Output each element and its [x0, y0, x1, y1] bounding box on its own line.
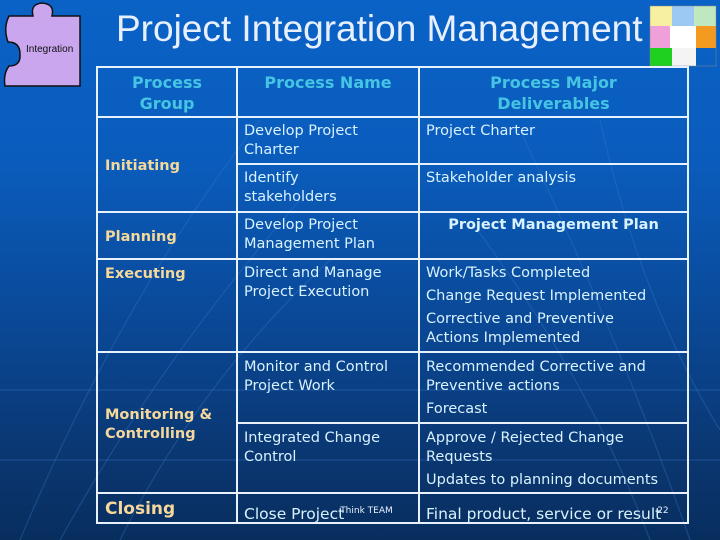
integration-puzzle-logo: Integration [0, 0, 90, 90]
table-row: Final product, service or result22 [420, 499, 687, 527]
logo-left-label: Integration [26, 44, 74, 55]
puzzle-piece-integration [670, 26, 696, 48]
row-divider [96, 116, 689, 118]
puzzle-piece-time [672, 6, 694, 26]
puzzle-piece-risk [696, 26, 716, 48]
row-divider [236, 163, 689, 165]
puzzle-piece-hr [650, 26, 670, 48]
puzzle-piece-cost [694, 6, 716, 26]
process-close-project: Close Project [244, 505, 345, 524]
puzzle-piece-communication [650, 48, 672, 66]
table-row: Recommended Corrective and Preventive ac… [420, 355, 687, 426]
puzzle-piece-scope [650, 6, 672, 26]
page-number: 22 [657, 506, 669, 516]
table-row: Project Management Plan [420, 213, 687, 242]
header-process-name: Process Name [264, 73, 392, 92]
group-initiating: Initiating [105, 158, 180, 174]
puzzle-piece-quality [672, 48, 696, 66]
table-row: Project Charter [420, 119, 687, 148]
knowledge-areas-puzzle-logo [648, 2, 720, 68]
table-border-right [687, 66, 689, 524]
header-process-group: Process Group [132, 73, 202, 113]
group-planning: Planning [105, 229, 177, 245]
row-divider [96, 258, 689, 260]
footer-brand: Think TEAM [340, 506, 393, 516]
process-develop-pm-plan: Develop Project Management Plan [244, 217, 375, 252]
process-integrated-change-control: Integrated Change Control [244, 430, 381, 465]
deliverable: Final product, service or result [426, 505, 662, 524]
deliverable: Approve / Rejected Change Requests [426, 430, 624, 465]
process-monitor-control: Monitor and Control Project Work [244, 359, 389, 394]
deliverable: Project Management Plan [448, 217, 659, 233]
header-process-deliverables: Process Major Deliverables [490, 73, 617, 113]
deliverable: Updates to planning documents [426, 472, 659, 488]
deliverable: Project Charter [426, 123, 535, 139]
group-executing: Executing [105, 266, 186, 282]
deliverable: Corrective and Preventive Actions Implem… [426, 311, 614, 346]
process-develop-charter: Develop Project Charter [244, 123, 358, 158]
deliverable: Forecast [426, 401, 488, 417]
table-row: Close ProjectThink TEAM [238, 499, 418, 527]
process-identify-stakeholders: Identify stakeholders [244, 170, 337, 205]
process-direct-manage: Direct and Manage Project Execution [244, 265, 382, 300]
table-row: Stakeholder analysis [420, 166, 687, 195]
deliverable: Recommended Corrective and Preventive ac… [426, 359, 646, 394]
deliverable: Stakeholder analysis [426, 170, 577, 186]
table-row: Work/Tasks Completed Change Request Impl… [420, 261, 687, 355]
group-closing: Closing [105, 499, 176, 519]
table-row: Approve / Rejected Change Requests Updat… [420, 426, 687, 497]
integration-process-table: Process Group Process Name Process Major… [96, 66, 689, 524]
deliverable: Work/Tasks Completed [426, 265, 591, 281]
group-monitoring-controlling: Monitoring & Controlling [105, 407, 213, 442]
slide-title: Project Integration Management [116, 8, 643, 49]
table-border-left [96, 66, 98, 524]
deliverable: Change Request Implemented [426, 288, 647, 304]
